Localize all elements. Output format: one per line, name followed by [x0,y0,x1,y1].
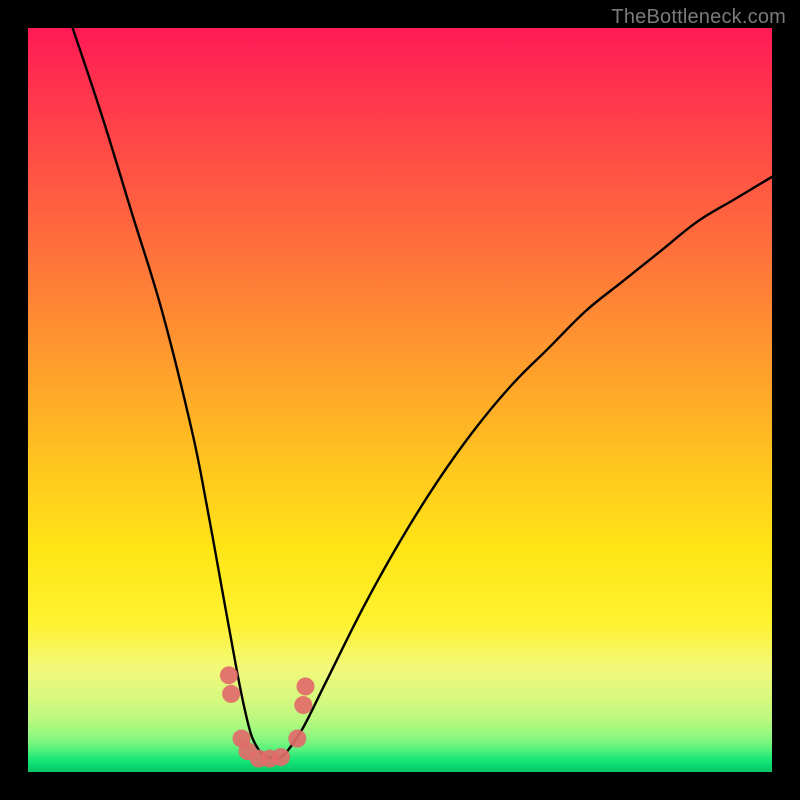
chart-svg [28,28,772,772]
bottleneck-curve [73,28,772,758]
curve-marker [294,696,312,714]
curve-layer [73,28,772,758]
chart-frame: TheBottleneck.com [0,0,800,800]
curve-marker [220,666,238,684]
marker-layer [220,666,315,767]
curve-marker [222,685,240,703]
plot-area [28,28,772,772]
curve-marker [272,748,290,766]
watermark-text: TheBottleneck.com [611,6,786,29]
curve-marker [297,677,315,695]
curve-marker [288,730,306,748]
